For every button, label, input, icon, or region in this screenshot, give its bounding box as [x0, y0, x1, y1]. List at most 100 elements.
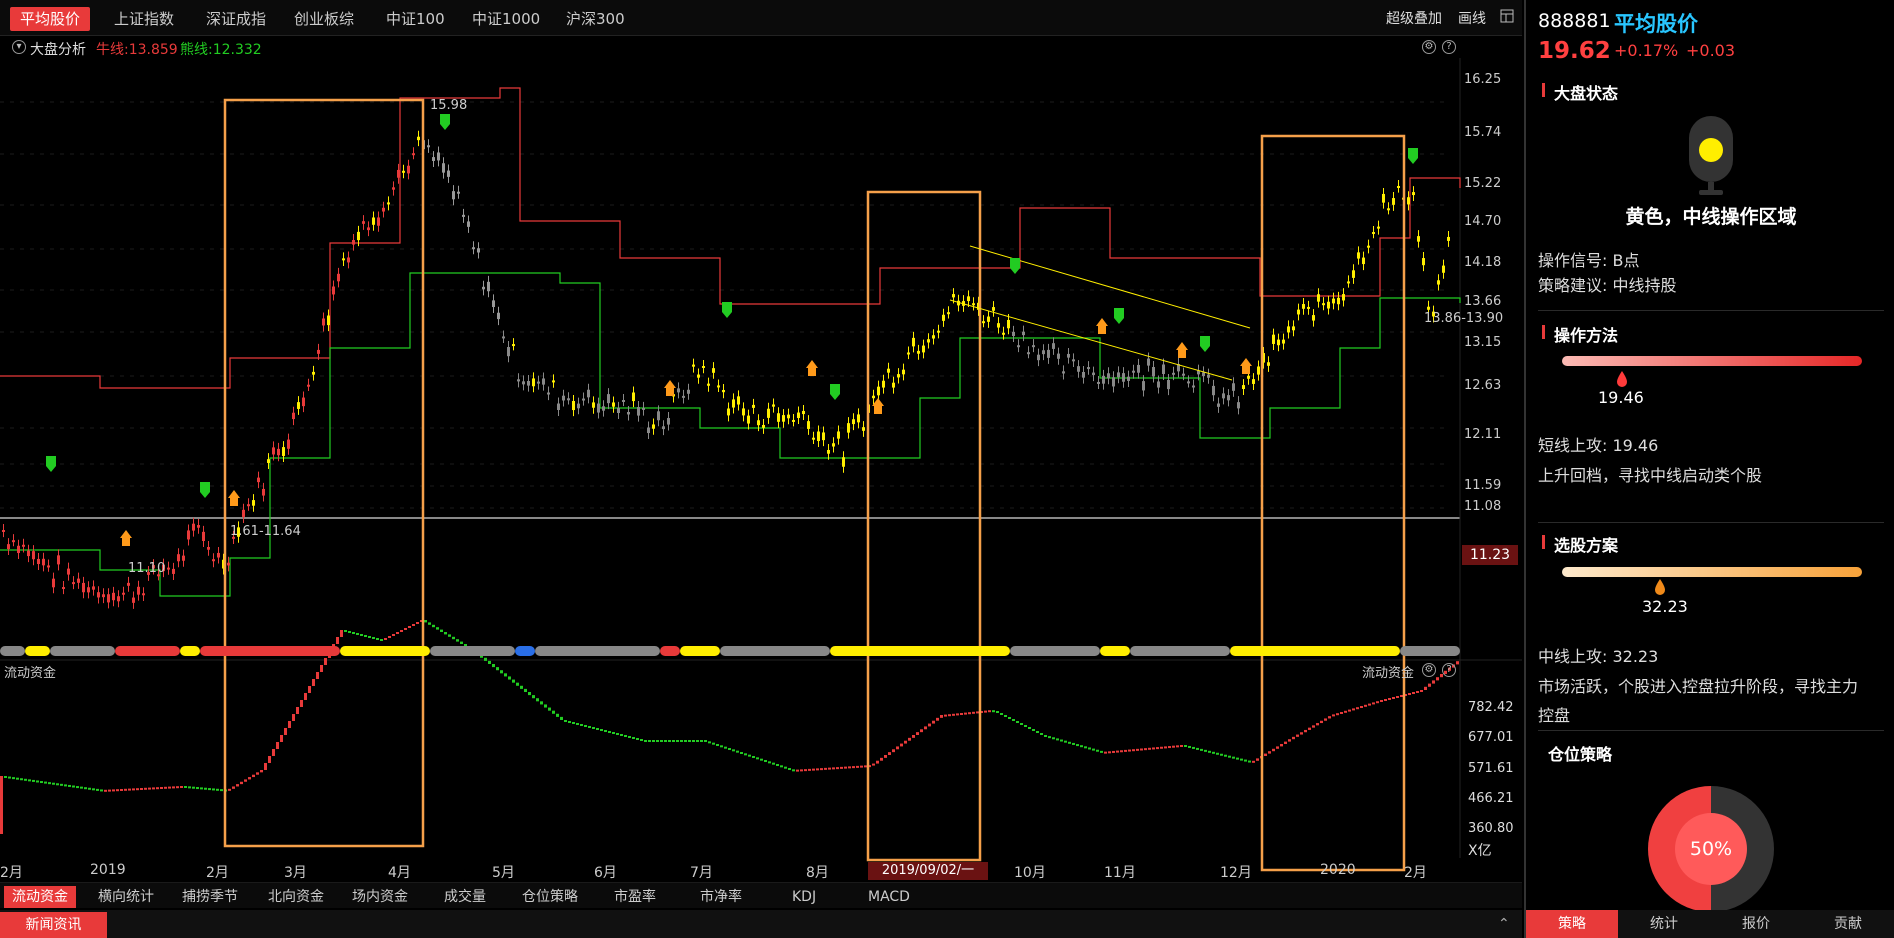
flow-bar [600, 729, 603, 731]
trend-strip-segment [535, 646, 660, 656]
candle [1042, 350, 1045, 355]
candle [1327, 301, 1330, 309]
flow-bar [164, 786, 167, 789]
grid-icon[interactable] [1500, 7, 1514, 31]
flow-bar [660, 740, 663, 742]
flow-bar [92, 788, 95, 791]
tab-csi1000[interactable]: 中证1000 [462, 7, 550, 31]
candle [417, 136, 420, 141]
candle [482, 286, 485, 290]
expand-up-icon[interactable]: ⌃ [1498, 916, 1510, 932]
flow-bar [928, 723, 931, 727]
flow-bar [920, 729, 923, 733]
candle [607, 394, 610, 404]
flow-bar [1364, 704, 1367, 707]
highlight-box [223, 98, 425, 848]
flow-bar [436, 627, 439, 630]
news-button[interactable]: 新闻资讯 [0, 912, 107, 938]
flow-bar [1100, 750, 1103, 753]
help-icon[interactable]: ? [1442, 40, 1456, 54]
tab-shenzhen-index[interactable]: 深证成指 [196, 7, 276, 31]
super-overlay-button[interactable]: 超级叠加 [1386, 7, 1442, 31]
top-tab-bar: 平均股价 上证指数 深证成指 创业板综 中证100 中证1000 沪深300 超… [0, 0, 1522, 36]
candle [542, 378, 545, 385]
tab-shanghai-index[interactable]: 上证指数 [104, 7, 184, 31]
flow-bar [824, 767, 827, 770]
date-tick-label: 8月 [806, 865, 829, 881]
flow-bar [1108, 751, 1111, 754]
settings-icon[interactable]: ⚙ [1422, 40, 1436, 54]
flow-settings-icon[interactable]: ⚙ [1422, 663, 1436, 677]
tab-pb-ratio[interactable]: 市净率 [692, 886, 750, 908]
flow-bar [360, 634, 363, 636]
tab-onfloor-funds[interactable]: 场内资金 [344, 886, 416, 908]
flow-bar [284, 728, 287, 735]
flow-bar [556, 713, 559, 717]
tab-pe-ratio[interactable]: 市盈率 [606, 886, 664, 908]
tab-position-strategy[interactable]: 仓位策略 [514, 886, 586, 908]
flow-help-icon[interactable]: ? [1442, 663, 1456, 677]
candle [97, 592, 100, 598]
flow-bar [304, 693, 307, 700]
candle [12, 540, 15, 543]
draw-line-button[interactable]: 画线 [1458, 7, 1486, 31]
flow-bar [1188, 745, 1191, 748]
flow-bar [356, 633, 359, 635]
candle [132, 597, 135, 603]
flow-bar [908, 737, 911, 741]
candle [877, 386, 880, 396]
flow-bar [1060, 739, 1063, 742]
tab-strategy[interactable]: 策略 [1526, 910, 1618, 938]
flow-bar [712, 742, 715, 745]
flow-bar [96, 788, 99, 791]
candle [82, 582, 85, 593]
candle [242, 509, 245, 517]
divider [1538, 730, 1884, 731]
flow-bar [324, 658, 327, 665]
flow-bar [772, 762, 775, 765]
flow-bar [1228, 755, 1231, 758]
tab-csi100[interactable]: 中证100 [376, 7, 455, 31]
price-tick-label: 15.74 [1464, 125, 1502, 140]
candle [887, 368, 890, 373]
tab-horizontal-stats[interactable]: 横向统计 [90, 886, 162, 908]
flow-bar [132, 788, 135, 791]
indicator-name[interactable]: 大盘分析 [30, 39, 86, 59]
tab-fishing-season[interactable]: 捕捞季节 [174, 886, 246, 908]
tab-volume[interactable]: 成交量 [436, 886, 494, 908]
tab-flow-funds[interactable]: 流动资金 [4, 886, 76, 908]
candle [897, 374, 900, 378]
tab-statistics[interactable]: 统计 [1618, 910, 1710, 938]
collapse-icon[interactable]: ▾ [12, 40, 26, 54]
flow-bar [1112, 750, 1115, 753]
flow-bar [1196, 747, 1199, 750]
tab-kdj[interactable]: KDJ [784, 886, 824, 908]
candle [37, 558, 40, 565]
tab-average-price[interactable]: 平均股价 [10, 7, 91, 31]
flow-bar [960, 713, 963, 715]
buy-signal-icon [1242, 366, 1250, 374]
candle [517, 379, 520, 382]
flow-bar [560, 716, 563, 720]
tab-contribution[interactable]: 贡献 [1802, 910, 1894, 938]
tab-northbound[interactable]: 北向资金 [260, 886, 332, 908]
candle [832, 443, 835, 447]
position-title: 仓位策略 [1548, 745, 1613, 764]
candle [462, 214, 465, 217]
tab-chinext[interactable]: 创业板综 [284, 7, 364, 31]
sell-signal-icon [1200, 346, 1210, 352]
flow-bar [364, 635, 367, 637]
tab-macd[interactable]: MACD [860, 886, 918, 908]
candle [402, 170, 405, 173]
candle [552, 380, 555, 383]
tab-quote[interactable]: 报价 [1710, 910, 1802, 938]
flow-bar [872, 763, 875, 766]
flow-bar [204, 787, 207, 790]
flow-bar [196, 787, 199, 790]
flow-bar [880, 757, 883, 761]
flow-bar [876, 760, 879, 764]
candle [687, 389, 690, 394]
candle [47, 565, 50, 568]
bear-line-value: 熊线:12.332 [180, 42, 262, 58]
tab-csi300[interactable]: 沪深300 [556, 7, 635, 31]
